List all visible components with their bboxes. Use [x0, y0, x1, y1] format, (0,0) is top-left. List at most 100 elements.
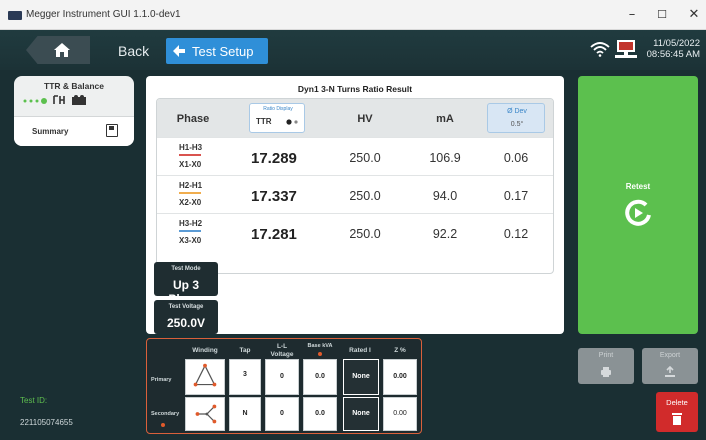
window-title: Megger Instrument GUI 1.1.0-dev1: [26, 9, 181, 20]
ratio-display-value: TTR: [256, 117, 272, 126]
primary-ll-voltage-input[interactable]: 0: [265, 359, 299, 395]
secondary-label: Secondary: [151, 411, 180, 417]
save-icon[interactable]: [106, 124, 118, 137]
retest-label: Retest: [625, 182, 651, 191]
hv-value: 250.0: [349, 189, 381, 203]
time-text: 08:56:45 AM: [646, 49, 700, 60]
phase-secondary: X3-X0: [179, 236, 202, 245]
dev-value: 0.17: [503, 189, 529, 203]
maximize-button[interactable]: ☐: [650, 6, 674, 24]
test-mode-box: Test Mode Up 3 Phase: [154, 262, 218, 306]
phase-column-header: Phase: [176, 113, 210, 125]
printer-icon: [601, 367, 611, 377]
rated-i-header: Rated I: [349, 347, 371, 354]
required-indicator: [161, 423, 165, 427]
ttr-balance-tab[interactable]: TTR & Balance: [14, 81, 134, 91]
primary-tap-value: 3: [243, 371, 247, 378]
secondary-tap-select[interactable]: N: [229, 397, 261, 431]
hv-value: 250.0: [349, 151, 381, 165]
instrument-connection-icon: [615, 40, 637, 58]
home-icon: [54, 43, 70, 57]
phase-secondary: X1-X0: [179, 160, 202, 169]
primary-z-pct-input[interactable]: 0.00: [383, 359, 417, 395]
phase-secondary: X2-X0: [179, 198, 202, 207]
test-setup-label: Test Setup: [192, 43, 254, 59]
secondary-ll-voltage-input[interactable]: 0: [265, 397, 299, 431]
ratio-value: 17.289: [251, 150, 297, 167]
ratio-display-toggle[interactable]: Ratio Display TTR: [249, 103, 305, 133]
wye-winding-icon: [195, 404, 217, 424]
secondary-tap-value: N: [242, 410, 248, 417]
secondary-base-kva-input[interactable]: 0.0: [303, 397, 337, 431]
export-icon: [665, 366, 675, 377]
ma-value: 94.0: [432, 189, 458, 203]
secondary-rated-i-input[interactable]: None: [343, 397, 379, 431]
winding-header: Winding: [192, 347, 218, 354]
phase-color-bar: [179, 154, 201, 156]
transformer-icon: [53, 95, 86, 105]
table-row: H1-H3 X1-X0 17.289 250.0 106.9 0.06: [157, 137, 553, 175]
test-id-label: Test ID:: [20, 396, 48, 405]
export-button[interactable]: Export: [642, 348, 698, 384]
ratio-value: 17.337: [251, 188, 297, 205]
delta-winding-icon: [193, 363, 217, 387]
app-header: Back Test Setup 11/05/2022 08:56:45 AM: [0, 30, 706, 70]
transformer-config-panel: Winding Tap L-L Voltage Base kVA Rated I…: [146, 338, 422, 434]
results-title: Dyn1 3-N Turns Ratio Result: [297, 84, 413, 94]
hv-value: 250.0: [349, 227, 381, 241]
print-button[interactable]: Print: [578, 348, 634, 384]
phase-primary: H3-H2: [179, 219, 203, 228]
test-voltage-value: 250.0V: [166, 316, 206, 330]
date-text: 11/05/2022: [653, 38, 700, 49]
test-setup-button[interactable]: Test Setup: [166, 38, 268, 64]
phase-color-bar: [179, 192, 201, 194]
delete-button[interactable]: Delete: [656, 392, 698, 432]
primary-label: Primary: [151, 377, 172, 383]
primary-rated-i-input[interactable]: None: [343, 359, 379, 395]
z-pct-header: Z %: [394, 347, 406, 354]
ratio-display-caption: Ratio Display: [263, 106, 293, 112]
retest-icon: [625, 199, 651, 226]
window-titlebar: Megger Instrument GUI 1.1.0-dev1 – ☐ ✕: [0, 0, 706, 30]
retest-button[interactable]: Retest: [578, 76, 698, 334]
test-voltage-box: Test Voltage 250.0V: [154, 300, 218, 334]
export-label: Export: [659, 352, 681, 359]
summary-item[interactable]: Summary: [14, 116, 134, 146]
dev-value: 0.12: [503, 227, 529, 241]
phase-primary: H2-H1: [179, 181, 203, 190]
close-button[interactable]: ✕: [682, 6, 706, 24]
datetime-display: 11/05/2022 08:56:45 AM: [640, 38, 700, 60]
table-row: H3-H2 X3-X0 17.281 250.0 92.2 0.12: [157, 213, 553, 251]
secondary-z-pct-input[interactable]: 0.00: [383, 397, 417, 431]
app-icon: [8, 11, 22, 20]
ll-voltage-header: L-L Voltage: [270, 343, 294, 358]
base-kva-header: Base kVA: [307, 343, 333, 349]
print-label: Print: [598, 352, 614, 359]
test-voltage-caption: Test Voltage: [168, 304, 204, 310]
test-id-value: 221105074655: [20, 418, 73, 427]
ratio-value: 17.281: [251, 226, 297, 243]
primary-winding-select[interactable]: [185, 359, 225, 395]
trash-icon: [672, 413, 682, 425]
home-button[interactable]: [26, 36, 90, 64]
test-mode-caption: Test Mode: [171, 266, 201, 272]
phase-deviation-caption: Ø Dev: [507, 108, 527, 115]
hv-column-header: HV: [357, 113, 373, 125]
summary-label: Summary: [32, 127, 69, 136]
ma-column-header: mA: [436, 113, 454, 125]
phase-color-bar: [179, 230, 201, 232]
ma-value: 106.9: [429, 151, 461, 165]
turns-ratio-table: Phase Ratio Display TTR HV mA Ø Dev 0.5°…: [156, 98, 554, 274]
tap-header: Tap: [239, 347, 251, 354]
back-button[interactable]: Back: [118, 43, 149, 59]
ma-value: 92.2: [432, 227, 458, 241]
primary-tap-select[interactable]: 3: [229, 359, 261, 395]
secondary-winding-select[interactable]: [185, 397, 225, 431]
phase-primary: H1-H3: [179, 143, 203, 152]
primary-base-kva-input[interactable]: 0.0: [303, 359, 337, 395]
phase-deviation-header[interactable]: Ø Dev 0.5°: [487, 103, 545, 133]
minimize-button[interactable]: –: [620, 6, 644, 24]
toggle-dots-icon: [286, 119, 298, 125]
dev-value: 0.06: [503, 151, 529, 165]
wifi-icon: [590, 42, 610, 57]
